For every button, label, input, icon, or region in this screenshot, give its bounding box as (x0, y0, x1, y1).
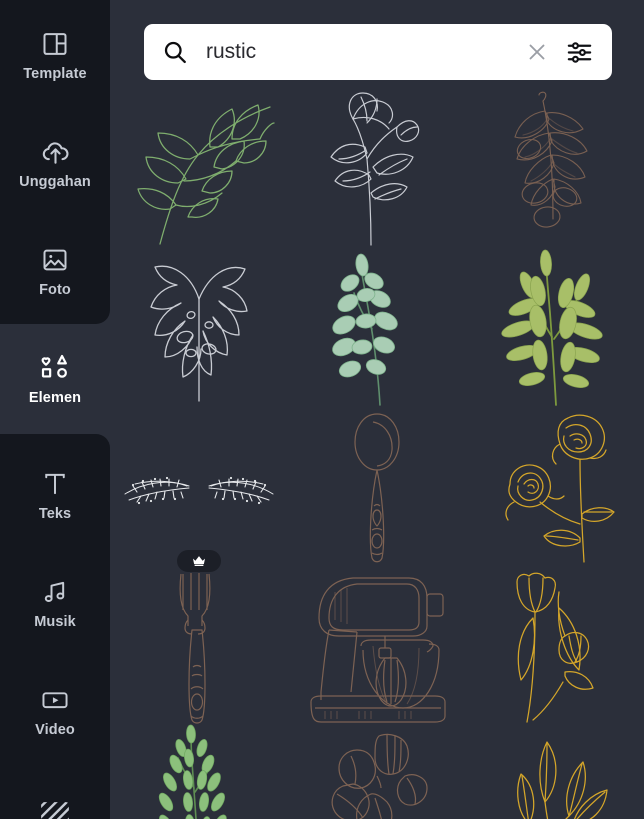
search-icon (162, 39, 188, 65)
line-art-wildflower-art (330, 92, 420, 246)
element-tile[interactable] (110, 248, 288, 408)
gold-line-leaves-art (517, 741, 608, 819)
sidebar-item-template[interactable]: Template (0, 0, 110, 110)
element-tile[interactable] (110, 408, 288, 572)
vintage-fork-art (179, 573, 211, 724)
element-tile[interactable] (466, 88, 644, 248)
crown-icon (193, 556, 205, 566)
sidebar-item-musik[interactable]: Musik (0, 548, 110, 658)
engraved-coffee-beans-art (331, 733, 428, 819)
sidebar-item-label: Unggahan (19, 174, 91, 191)
sidebar-item-label: Musik (34, 614, 76, 631)
element-tile[interactable] (110, 568, 288, 728)
element-tile[interactable] (466, 408, 644, 568)
clear-search-button[interactable] (520, 35, 554, 69)
element-tile[interactable] (288, 88, 466, 248)
element-tile[interactable] (288, 248, 466, 408)
cloud-upload-icon (39, 136, 71, 168)
video-play-icon (39, 684, 71, 716)
app-root: Template Unggahan Foto Elemen Teks Musik… (0, 0, 644, 819)
vintage-spoon-art (354, 413, 400, 563)
element-tile[interactable] (288, 568, 466, 728)
sidebar-item-elemen[interactable]: Elemen (0, 324, 110, 434)
filter-button[interactable] (562, 35, 596, 69)
gold-line-tulips-art (516, 572, 594, 723)
sidebar-item-label: Foto (39, 282, 71, 299)
gold-line-roses-art (505, 414, 615, 563)
floral-divider-ornament-art (124, 476, 274, 505)
layout-template-icon (39, 28, 71, 60)
image-icon (39, 244, 71, 276)
sidebar-item-label: Elemen (28, 390, 82, 407)
left-sidebar: Template Unggahan Foto Elemen Teks Musik… (0, 0, 110, 819)
sidebar-item-video[interactable]: Video (0, 656, 110, 766)
sidebar-item-teks[interactable]: Teks (0, 440, 110, 550)
element-tile[interactable] (466, 728, 644, 819)
music-note-icon (39, 576, 71, 608)
text-t-icon (39, 468, 71, 500)
olive-green-sprig-art (501, 249, 603, 406)
monstera-leaf-outline-art (150, 265, 248, 402)
search-input[interactable] (206, 40, 520, 64)
element-tile[interactable] (110, 724, 288, 819)
sidebar-item-label: Teks (38, 506, 72, 523)
green-leaf-branch-art (137, 104, 275, 245)
green-fern-sprig-art (158, 724, 227, 819)
element-tile[interactable] (110, 88, 288, 248)
search-bar[interactable] (144, 24, 612, 80)
sidebar-item-unggahan[interactable]: Unggahan (0, 108, 110, 218)
sidebar-item-foto[interactable]: Foto (0, 216, 110, 326)
element-tile[interactable] (466, 568, 644, 728)
shapes-icon (39, 352, 71, 384)
sidebar-item-latar[interactable] (0, 764, 110, 819)
diagonal-stripes-icon (39, 800, 71, 819)
sidebar-item-label: Video (35, 722, 75, 739)
engraved-olive-branch-art (514, 91, 588, 228)
sidebar-item-label: Template (23, 66, 87, 83)
elements-panel (110, 0, 644, 819)
element-tile[interactable] (466, 248, 644, 408)
stand-mixer-sketch-art (310, 577, 446, 723)
mint-eucalyptus-sprig-art (332, 253, 398, 406)
element-tile[interactable] (288, 728, 466, 819)
results-grid (110, 88, 644, 819)
element-tile[interactable] (288, 408, 466, 568)
